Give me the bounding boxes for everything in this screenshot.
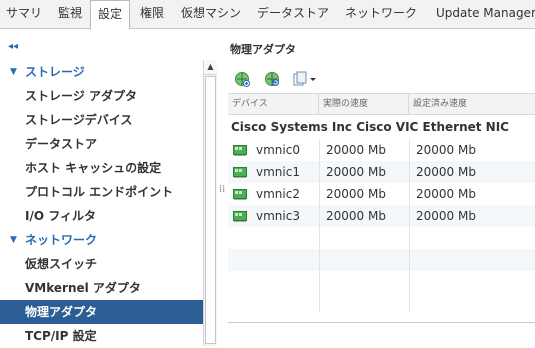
tab-summary[interactable]: サマリ (6, 0, 42, 29)
nav-group-networking[interactable]: ▼ ネットワーク (0, 228, 203, 252)
settings-nav: ◂◂ ▼ ストレージ ストレージ アダプタ ストレージデバイス データストア ホ… (0, 38, 217, 346)
empty-row (228, 227, 535, 249)
nav-scrollbar[interactable]: ▲ (203, 60, 217, 346)
add-network-icon[interactable] (234, 71, 250, 87)
configured-speed-cell: 20000 Mb (416, 209, 476, 223)
tab-datastores[interactable]: データストア (257, 0, 329, 29)
nav-group-storage[interactable]: ▼ ストレージ (0, 60, 203, 84)
nav-list: ▼ ストレージ ストレージ アダプタ ストレージデバイス データストア ホスト … (0, 60, 203, 348)
nav-item-storage-adapters[interactable]: ストレージ アダプタ (0, 84, 203, 108)
nav-item-physical-adapters[interactable]: 物理アダプタ (0, 300, 203, 324)
nav-item-datastores[interactable]: データストア (0, 132, 203, 156)
physical-adapters-panel: 物理アダプタ デバイス 実際の速度 設定済み速度 Cisco Systems I… (228, 38, 535, 346)
network-card-icon (233, 167, 247, 178)
grip-icon[interactable]: ⁞⁞ (219, 184, 225, 195)
actual-speed-cell: 20000 Mb (326, 165, 386, 179)
nav-item-storage-devices[interactable]: ストレージデバイス (0, 108, 203, 132)
column-header-configured-speed[interactable]: 設定済み速度 (409, 94, 535, 114)
nav-item-host-cache[interactable]: ホスト キャッシュの設定 (0, 156, 203, 180)
network-card-icon (233, 211, 247, 222)
collapse-nav-icon[interactable]: ◂◂ (8, 41, 18, 52)
nav-item-virtual-switches[interactable]: 仮想スイッチ (0, 252, 203, 276)
grid-bottom-divider (228, 322, 535, 323)
device-cell: vmnic3 (256, 209, 300, 223)
table-row[interactable]: vmnic0 20000 Mb 20000 Mb (228, 139, 535, 161)
column-divider (409, 139, 410, 312)
device-cell: vmnic1 (256, 165, 300, 179)
configured-speed-cell: 20000 Mb (416, 187, 476, 201)
column-divider (319, 139, 320, 312)
nav-group-label: ネットワーク (25, 233, 98, 247)
tab-networks[interactable]: ネットワーク (345, 0, 417, 29)
document-menu-icon[interactable] (292, 71, 318, 87)
nav-item-vmkernel-adapters[interactable]: VMkernel アダプタ (0, 276, 203, 300)
pane-splitter[interactable]: ⁞⁞ (217, 38, 228, 346)
table-row[interactable]: vmnic1 20000 Mb 20000 Mb (228, 161, 535, 183)
column-header-device[interactable]: デバイス (228, 94, 319, 114)
caret-down-icon: ▼ (10, 235, 17, 245)
scroll-up-arrow-icon[interactable]: ▲ (204, 60, 217, 75)
nav-item-io-filters[interactable]: I/O フィルタ (0, 204, 203, 228)
tab-vms[interactable]: 仮想マシン (181, 0, 241, 29)
configured-speed-cell: 20000 Mb (416, 143, 476, 157)
tab-monitor[interactable]: 監視 (58, 0, 82, 29)
nav-group-label: ストレージ (25, 65, 85, 79)
nav-item-tcpip-config[interactable]: TCP/IP 設定 (0, 324, 203, 348)
top-tab-bar: サマリ 監視 設定 権限 仮想マシン データストア ネットワーク Update … (0, 0, 535, 30)
tab-update-manager[interactable]: Update Manager (436, 0, 535, 29)
nav-item-protocol-endpoints[interactable]: プロトコル エンドポイント (0, 180, 203, 204)
tab-permissions[interactable]: 権限 (140, 0, 164, 29)
grid-header: デバイス 実際の速度 設定済み速度 (228, 94, 535, 115)
empty-row (228, 249, 535, 271)
actual-speed-cell: 20000 Mb (326, 187, 386, 201)
caret-down-icon: ▼ (10, 67, 17, 77)
adapter-group-label: Cisco Systems Inc Cisco VIC Ethernet NIC (231, 120, 509, 134)
table-row[interactable]: vmnic3 20000 Mb 20000 Mb (228, 205, 535, 227)
device-cell: vmnic0 (256, 143, 300, 157)
actual-speed-cell: 20000 Mb (326, 143, 386, 157)
actual-speed-cell: 20000 Mb (326, 209, 386, 223)
tab-configure[interactable]: 設定 (90, 0, 130, 30)
empty-row (228, 271, 535, 293)
adapters-grid: デバイス 実際の速度 設定済み速度 Cisco Systems Inc Cisc… (228, 93, 535, 312)
scroll-thumb[interactable] (205, 76, 216, 344)
table-row[interactable]: vmnic2 20000 Mb 20000 Mb (228, 183, 535, 205)
configured-speed-cell: 20000 Mb (416, 165, 476, 179)
column-header-actual-speed[interactable]: 実際の速度 (319, 94, 409, 114)
section-title: 物理アダプタ (230, 43, 296, 56)
network-card-icon (233, 189, 247, 200)
refresh-network-icon[interactable] (264, 71, 280, 87)
device-cell: vmnic2 (256, 187, 300, 201)
network-card-icon (233, 145, 247, 156)
